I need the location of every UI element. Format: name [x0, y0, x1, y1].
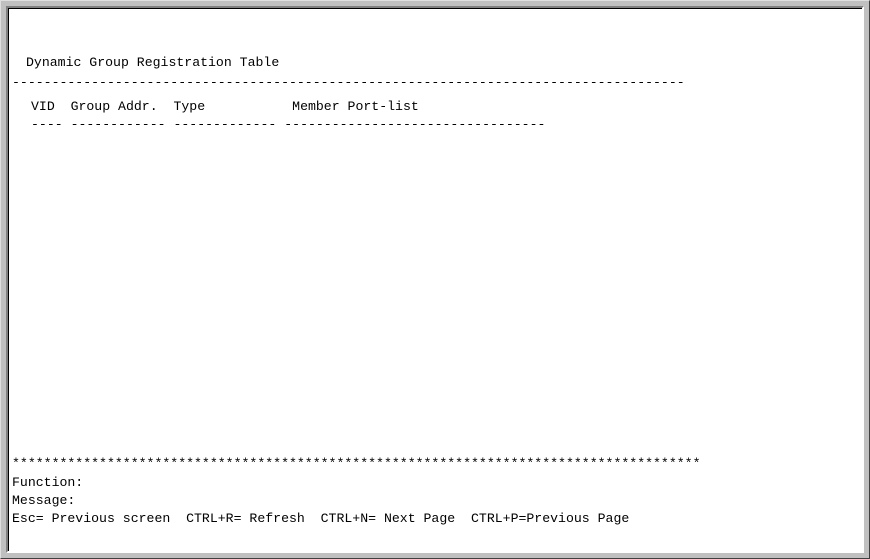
footer-separator: ****************************************… — [12, 456, 701, 471]
message-label: Message: — [12, 493, 76, 508]
screen-title: Dynamic Group Registration Table — [26, 55, 280, 70]
hotkey-bar[interactable]: Esc= Previous screen CTRL+R= Refresh CTR… — [12, 511, 629, 527]
console-window: Dynamic Group Registration Table -------… — [0, 0, 870, 559]
terminal-screen[interactable]: Dynamic Group Registration Table -------… — [6, 6, 864, 553]
header-separator: ----------------------------------------… — [12, 75, 685, 90]
table-body — [31, 137, 851, 437]
function-label: Function: — [12, 475, 84, 490]
table-header-underline: ---- ------------ ------------- --------… — [31, 117, 546, 132]
table-header: VID Group Addr. Type Member Port-list — [31, 99, 419, 114]
